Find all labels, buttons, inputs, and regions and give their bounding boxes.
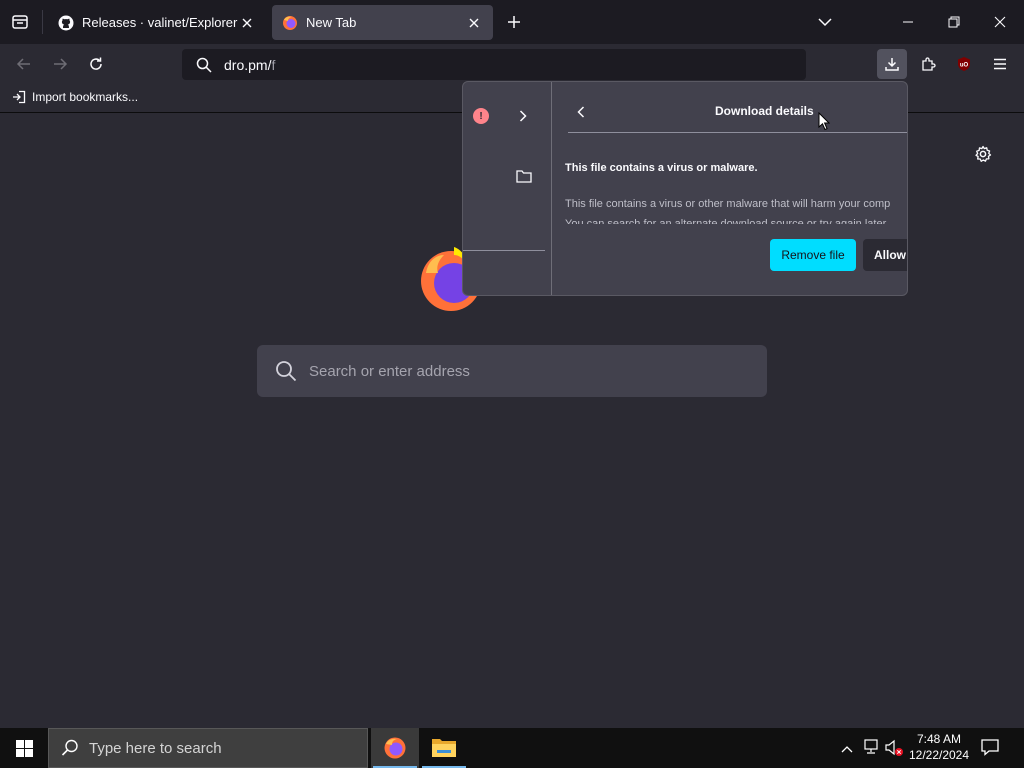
ublock-badge-text: uO xyxy=(960,63,969,69)
windows-taskbar: Type here to search 7:48 AM 12/22/2024 xyxy=(0,728,1024,768)
gear-icon xyxy=(975,145,992,162)
tab-strip: Releases · valinet/ExplorerPatcher New T… xyxy=(0,0,1024,44)
clock-date: 12/22/2024 xyxy=(908,748,970,762)
malware-warning-icon: ! xyxy=(473,108,489,124)
url-text: dro.pm/f xyxy=(224,57,275,73)
taskbar-search-placeholder: Type here to search xyxy=(89,739,222,757)
chevron-left-icon xyxy=(577,106,585,118)
mouse-cursor-icon xyxy=(818,112,830,131)
bookmark-label: Import bookmarks... xyxy=(32,90,139,104)
malware-message-title: This file contains a virus or malware. xyxy=(565,162,758,174)
app-menu-button[interactable] xyxy=(986,50,1014,78)
window-close-button[interactable] xyxy=(986,8,1014,36)
malware-message-body: This file contains a virus or other malw… xyxy=(565,194,907,224)
taskbar-clock[interactable]: 7:48 AM 12/22/2024 xyxy=(906,731,972,763)
reload-button[interactable] xyxy=(82,50,110,78)
back-button[interactable] xyxy=(10,50,38,78)
firefox-view-button[interactable] xyxy=(6,8,34,36)
taskbar-search-box[interactable]: Type here to search xyxy=(48,728,368,768)
tab-new-tab[interactable]: New Tab xyxy=(272,5,493,40)
panel-title: Download details xyxy=(715,104,814,118)
windows-logo-icon xyxy=(15,739,33,757)
show-details-button[interactable] xyxy=(513,106,533,126)
tab-close-button[interactable] xyxy=(238,14,256,32)
firefox-icon xyxy=(283,15,297,30)
malware-message-line: This file contains a virus or other malw… xyxy=(565,198,891,210)
personalize-button[interactable] xyxy=(969,140,997,168)
action-center-button[interactable] xyxy=(980,738,1002,758)
url-path: f xyxy=(271,56,276,73)
ublock-origin-icon: uO xyxy=(958,57,970,71)
new-tab-search-box[interactable]: Search or enter address xyxy=(257,345,767,397)
hamburger-menu-icon xyxy=(994,58,1006,70)
clock-time: 7:48 AM xyxy=(916,732,962,746)
ublock-origin-button[interactable]: uO xyxy=(950,50,978,78)
tab-close-button[interactable] xyxy=(465,14,483,32)
allow-download-button[interactable]: Allow xyxy=(863,239,907,271)
firefox-icon xyxy=(384,737,406,759)
arrow-right-icon xyxy=(54,58,68,70)
volume-button[interactable] xyxy=(884,739,906,757)
list-all-tabs-button[interactable] xyxy=(811,8,839,36)
download-details-panel: ! Download details This file contains a … xyxy=(462,81,908,296)
separator xyxy=(463,250,545,251)
network-icon xyxy=(864,739,878,754)
network-button[interactable] xyxy=(862,739,882,757)
malware-message-line: You can search for an alternate download… xyxy=(565,218,889,224)
back-to-downloads-button[interactable] xyxy=(571,102,591,122)
github-icon xyxy=(58,15,74,30)
reload-icon xyxy=(90,57,102,70)
chevron-right-icon xyxy=(519,110,527,122)
minimize-button[interactable] xyxy=(894,8,922,36)
restore-button[interactable] xyxy=(940,8,968,36)
taskbar-file-explorer[interactable] xyxy=(420,728,468,768)
import-icon xyxy=(13,90,26,104)
folder-icon xyxy=(516,170,532,183)
download-icon xyxy=(885,58,899,71)
minimize-icon xyxy=(903,21,913,23)
remove-file-button[interactable]: Remove file xyxy=(770,239,856,271)
import-bookmarks-button[interactable]: Import bookmarks... xyxy=(12,90,138,104)
extensions-button[interactable] xyxy=(914,50,942,78)
tab-title: Releases · valinet/ExplorerPatcher xyxy=(82,15,238,30)
close-icon xyxy=(994,16,1006,28)
open-folder-button[interactable] xyxy=(514,166,534,186)
notification-icon xyxy=(981,739,999,756)
firefox-view-icon xyxy=(12,15,28,29)
search-icon xyxy=(196,57,212,73)
close-icon xyxy=(469,18,479,27)
separator xyxy=(568,132,907,133)
speaker-muted-icon xyxy=(885,739,903,756)
tab-title: New Tab xyxy=(306,15,357,30)
arrow-left-icon xyxy=(16,58,30,70)
tab-releases[interactable]: Releases · valinet/ExplorerPatcher xyxy=(48,5,266,40)
taskbar-firefox[interactable] xyxy=(371,728,419,768)
url-host: dro.pm/ xyxy=(224,56,272,73)
folder-icon xyxy=(432,739,456,757)
search-placeholder: Search or enter address xyxy=(309,362,470,380)
forward-button[interactable] xyxy=(46,50,74,78)
warning-glyph: ! xyxy=(479,110,483,122)
search-icon xyxy=(61,739,78,756)
url-bar[interactable]: dro.pm/f xyxy=(182,49,806,80)
show-hidden-icons-button[interactable] xyxy=(838,740,856,758)
start-button[interactable] xyxy=(0,728,48,768)
chevron-down-icon xyxy=(818,18,832,27)
close-icon xyxy=(242,18,252,27)
chevron-up-icon xyxy=(841,746,853,753)
download-list: ! xyxy=(463,82,552,295)
downloads-button[interactable] xyxy=(877,49,907,79)
puzzle-icon xyxy=(922,57,936,71)
new-tab-button[interactable] xyxy=(500,8,528,36)
plus-icon xyxy=(508,16,520,28)
search-icon xyxy=(276,361,297,382)
restore-icon xyxy=(948,16,960,28)
